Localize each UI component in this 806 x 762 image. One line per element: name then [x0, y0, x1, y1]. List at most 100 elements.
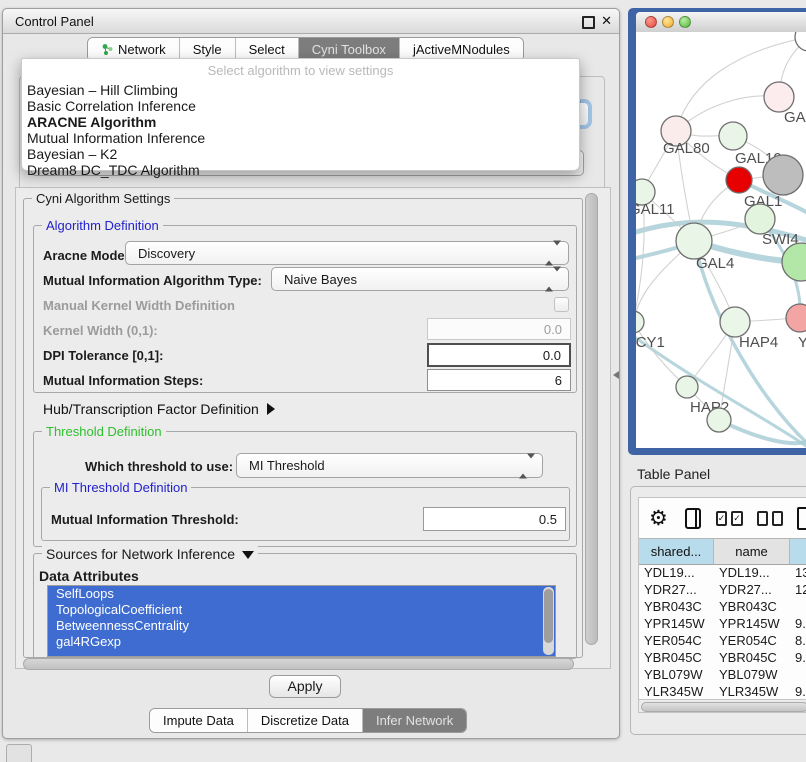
checkbox-unchecked-icon[interactable] [757, 511, 768, 526]
network-node-y[interactable] [786, 304, 806, 332]
algorithm-option[interactable]: Bayesian – Hill Climbing [22, 82, 579, 98]
close-traffic-light[interactable] [645, 16, 657, 28]
dpi-tolerance-field[interactable]: 0.0 [427, 343, 571, 367]
table-row[interactable]: YLR345WYLR345W9. [639, 683, 806, 700]
network-node-gcy1[interactable] [636, 311, 644, 333]
checkbox-checked-icon[interactable]: ✓ [731, 511, 743, 526]
sources-toggle[interactable]: Sources for Network Inference [42, 546, 258, 562]
mi-threshold-value: 0.5 [539, 512, 557, 527]
table-cell: 8. [790, 632, 806, 649]
mi-threshold-field[interactable]: 0.5 [423, 507, 566, 531]
table-row[interactable]: YBR045CYBR045C9. [639, 649, 806, 666]
table-cell: YBR045C [714, 649, 790, 666]
aracne-mode-combo[interactable]: Discovery [125, 241, 569, 265]
algorithm-dropdown-placeholder: Select algorithm to view settings [22, 62, 579, 82]
algorithm-option[interactable]: ARACNE Algorithm [22, 114, 579, 130]
control-panel-window: Control Panel ✕ NetworkStyleSelectCyni T… [2, 8, 620, 739]
table-horizontal-scrollbar[interactable] [639, 699, 806, 713]
close-icon[interactable]: ✕ [601, 13, 612, 29]
float-window-icon[interactable] [582, 16, 595, 29]
manual-kernel-checkbox[interactable] [554, 297, 569, 312]
collapsed-arrow-icon [267, 403, 275, 415]
minimize-traffic-light[interactable] [662, 16, 674, 28]
table-cell: YDR27... [714, 581, 790, 598]
checkbox-checked-icon[interactable]: ✓ [716, 511, 728, 526]
control-panel-titlebar[interactable]: Control Panel ✕ [3, 9, 619, 34]
gear-icon[interactable]: ⚙ [649, 506, 668, 530]
network-window-frame[interactable]: GALGAL80GAL10GAL1GAL11SWI4GAL4GCY1HAP4YH… [628, 8, 806, 455]
algorithm-dropdown-items: Bayesian – Hill ClimbingBasic Correlatio… [22, 82, 579, 178]
split-divider-arrow[interactable] [613, 371, 619, 379]
column-header[interactable]: name [714, 539, 790, 564]
kernel-width-value: 0.0 [544, 322, 562, 337]
network-node[interactable] [782, 243, 806, 281]
node-label: GCY1 [636, 334, 665, 351]
algorithm-option[interactable]: Bayesian – K2 [22, 146, 579, 162]
algorithm-option[interactable]: Basic Correlation Inference [22, 98, 579, 114]
algorithm-definition-title: Algorithm Definition [42, 218, 163, 233]
kernel-width-field[interactable]: 0.0 [427, 318, 571, 340]
settings-vertical-scrollbar[interactable] [585, 193, 598, 645]
dpi-tolerance-value: 0.0 [543, 348, 561, 363]
tab-label: jActiveMNodules [413, 42, 510, 57]
document-icon[interactable] [797, 507, 806, 530]
settings-horizontal-scrollbar[interactable] [23, 658, 574, 670]
algorithm-option[interactable]: Mutual Information Inference [22, 130, 579, 146]
attribute-item[interactable] [48, 650, 555, 657]
sources-title: Sources for Network Inference [46, 546, 235, 562]
apply-button[interactable]: Apply [269, 675, 341, 698]
hub-definition-toggle[interactable]: Hub/Transcription Factor Definition [43, 401, 275, 417]
minimized-panel-icon[interactable] [6, 744, 32, 762]
table-row[interactable]: YPR145WYPR145W9. [639, 615, 806, 632]
network-node-gal[interactable] [764, 82, 794, 112]
table-header-row: shared...name [639, 538, 806, 565]
which-threshold-value: MI Threshold [249, 458, 325, 473]
aracne-mode-value: Discovery [138, 246, 195, 261]
table-row[interactable]: YER054CYER054C8. [639, 632, 806, 649]
network-node-gal1[interactable] [726, 167, 752, 193]
table-cell: YLR345W [714, 683, 790, 700]
table-cell: 9. [790, 649, 806, 666]
mi-type-combo[interactable]: Naive Bayes [271, 267, 569, 291]
dpi-tolerance-label: DPI Tolerance [0,1]: [43, 348, 163, 363]
attribute-item[interactable]: SelfLoops [48, 586, 555, 602]
attribute-item[interactable]: BetweennessCentrality [48, 618, 555, 634]
which-threshold-combo[interactable]: MI Threshold [236, 453, 543, 478]
mi-type-label: Mutual Information Algorithm Type: [43, 273, 262, 288]
attribute-item[interactable]: gal4RGexp [48, 634, 555, 650]
network-node[interactable] [707, 408, 731, 432]
data-attributes-label: Data Attributes [39, 568, 139, 584]
columns-icon[interactable] [685, 508, 701, 529]
network-node-hap2[interactable] [676, 376, 698, 398]
network-node[interactable] [795, 32, 806, 51]
network-node-hap4[interactable] [720, 307, 750, 337]
cyni-algorithm-settings-title: Cyni Algorithm Settings [32, 191, 174, 206]
checkbox-unchecked-icon[interactable] [772, 511, 783, 526]
node-label: GAL11 [636, 201, 675, 218]
table-row[interactable]: YBR043CYBR043C [639, 598, 806, 615]
tab-discretize-data[interactable]: Discretize Data [247, 709, 362, 732]
network-node-gal4[interactable] [676, 223, 712, 259]
tab-impute-data[interactable]: Impute Data [150, 709, 247, 732]
network-node[interactable] [763, 155, 803, 195]
attribute-item[interactable]: TopologicalCoefficient [48, 602, 555, 618]
table-row[interactable]: YBL079WYBL079W [639, 666, 806, 683]
mi-threshold-group-title: MI Threshold Definition [50, 480, 191, 495]
zoom-traffic-light[interactable] [679, 16, 691, 28]
tab-label: Network [118, 42, 166, 57]
attribute-list-scrollbar[interactable] [543, 587, 554, 655]
tab-infer-network[interactable]: Infer Network [362, 709, 466, 732]
network-node-gal10[interactable] [719, 122, 747, 150]
table-cell: 9. [790, 683, 806, 700]
algorithm-option[interactable]: Dream8 DC_TDC Algorithm [22, 162, 579, 178]
network-node-swi4[interactable] [745, 204, 775, 234]
network-window-titlebar[interactable] [636, 12, 806, 33]
table-row[interactable]: YDL19...YDL19...13 [639, 564, 806, 581]
table-cell: YPR145W [714, 615, 790, 632]
network-edge[interactable] [719, 420, 806, 443]
table-row[interactable]: YDR27...YDR27...12 [639, 581, 806, 598]
column-header[interactable] [790, 539, 806, 564]
network-canvas[interactable]: GALGAL80GAL10GAL1GAL11SWI4GAL4GCY1HAP4YH… [636, 32, 806, 448]
column-header[interactable]: shared... [639, 539, 714, 564]
mi-steps-field[interactable]: 6 [427, 369, 571, 391]
